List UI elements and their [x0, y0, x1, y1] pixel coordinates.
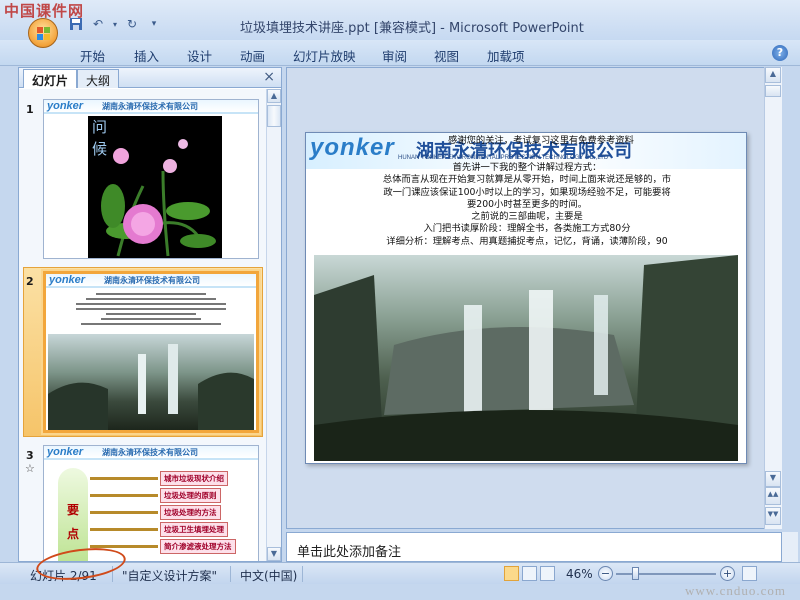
thumbnail-list: 1 yonker 湖南永清环保技术有限公司 问 候 2 yonker 湖南永清环… [19, 89, 267, 561]
pane-tabs: 幻灯片 大纲 × [19, 68, 281, 88]
slide-scrollbar[interactable]: ▲ ▼ ▲▲ ▼▼ [764, 67, 782, 529]
text-line: 总体而言从现在开始复习就算是从零开始，时间上面来说还是够的，市 [382, 174, 672, 186]
top-watermark: 中国课件网 [4, 2, 85, 20]
key-points-list: 城市垃圾现状介绍 垃圾处理的原则 垃圾处理的方法 垃圾卫生填埋处理 简介渗滤液处… [90, 470, 255, 555]
tab-outline[interactable]: 大纲 [77, 69, 120, 88]
thumb-number-2: 2 [26, 275, 34, 288]
text-line: 首先讲一下我的整个讲解过程方式： [452, 162, 602, 173]
text-line: 政一门课应该保证100小时以上的学习，如果现场经验不足，可能要将 [383, 186, 671, 198]
undo-icon[interactable]: ↶ [90, 16, 106, 32]
tab-slideshow[interactable]: 幻灯片放映 [293, 46, 356, 65]
thumb-text-lines [76, 290, 226, 332]
close-icon[interactable]: × [263, 69, 275, 85]
tab-home[interactable]: 开始 [80, 46, 105, 65]
text-line: 感谢您的关注，考试复习这里有免费参考资料 [448, 135, 634, 146]
zoom-in-icon[interactable]: + [720, 566, 735, 581]
slide-sorter-icon[interactable] [522, 566, 537, 581]
slideshow-view-icon[interactable] [540, 566, 555, 581]
scroll-thumb[interactable] [765, 85, 781, 97]
thumbnail-scrollbar[interactable]: ▲ ▼ [266, 89, 281, 561]
zoom-level[interactable]: 46% [566, 567, 593, 581]
tab-review[interactable]: 审阅 [382, 46, 407, 65]
notes-placeholder[interactable]: 单击此处添加备注 [297, 541, 401, 560]
tab-insert[interactable]: 插入 [134, 46, 159, 65]
yonker-logo: yonker [47, 100, 84, 112]
scroll-up-icon[interactable]: ▲ [765, 67, 781, 83]
scroll-thumb[interactable] [267, 105, 281, 127]
tab-addins[interactable]: 加载项 [487, 46, 525, 65]
theme-name[interactable]: "自定义设计方案" [122, 567, 217, 584]
tab-animation[interactable]: 动画 [240, 46, 265, 65]
zoom-slider[interactable] [616, 573, 716, 575]
zoom-out-icon[interactable]: − [598, 566, 613, 581]
window-title: 垃圾填埋技术讲座.ppt [兼容模式] - Microsoft PowerPoi… [240, 21, 584, 36]
company-english-name: HUNAN YONKER ENVIRONMENTAL PROTECTION TE… [398, 155, 609, 161]
key-points-label: 要 点 [58, 468, 88, 561]
animation-star-icon: ☆ [25, 462, 35, 475]
status-separator [302, 566, 303, 582]
peony-image [88, 116, 222, 258]
tab-view[interactable]: 视图 [434, 46, 459, 65]
thumbnail-slide-2[interactable]: yonker 湖南永清环保技术有限公司 [43, 271, 259, 433]
normal-view-icon[interactable] [504, 566, 519, 581]
notes-pane[interactable]: 单击此处添加备注 [286, 532, 782, 562]
waterfall-image [48, 334, 254, 430]
current-slide[interactable]: yonker 湖南永清环保技术有限公司 HUNAN YONKER ENVIRON… [305, 132, 747, 464]
slide-editing-area: yonker 湖南永清环保技术有限公司 HUNAN YONKER ENVIRON… [286, 67, 782, 529]
list-item: 垃圾卫生填埋处理 [90, 521, 255, 538]
tab-slides[interactable]: 幻灯片 [23, 69, 78, 88]
redo-icon[interactable]: ↻ [124, 16, 140, 32]
next-slide-icon[interactable]: ▼▼ [765, 507, 781, 525]
company-name: 湖南永清环保技术有限公司 [102, 101, 198, 111]
office-logo-icon [37, 27, 51, 41]
thumbnail-slide-1[interactable]: yonker 湖南永清环保技术有限公司 问 候 [43, 99, 259, 259]
zoom-slider-thumb[interactable] [632, 567, 639, 580]
scroll-down-icon[interactable]: ▼ [765, 471, 781, 487]
yonker-logo: yonker [49, 274, 86, 286]
thumb-number-3: 3 [26, 449, 34, 462]
title-bar: 中国课件网 ↶ ▾ ↻ ▾ 垃圾填埋技术讲座.ppt [兼容模式] - Micr… [0, 0, 800, 48]
list-item: 垃圾处理的方法 [90, 504, 255, 521]
list-item: 城市垃圾现状介绍 [90, 470, 255, 487]
thumbnail-slide-3[interactable]: yonker 湖南永清环保技术有限公司 要 点 城市垃圾现状介绍 垃圾处理的原则… [43, 445, 259, 561]
text-line: 之前说的三部曲呢，主要是 [471, 211, 583, 223]
fit-to-window-icon[interactable] [742, 566, 757, 581]
undo-dropdown-icon[interactable]: ▾ [112, 16, 118, 32]
site-watermark: www.cnduo.com [685, 583, 786, 598]
help-icon[interactable]: ? [772, 45, 788, 61]
customize-icon[interactable]: ▾ [146, 16, 162, 32]
company-name: 湖南永清环保技术有限公司 [102, 447, 198, 457]
slide-body-text-rest: 首先讲一下我的整个讲解过程方式： 总体而言从现在开始复习就算是从零开始，时间上面… [314, 162, 740, 248]
text-line: 入门把书读厚阶段：理解全书，各类施工方式80分 [423, 223, 631, 235]
slides-pane: 幻灯片 大纲 × 1 yonker 湖南永清环保技术有限公司 问 候 2 yon… [18, 67, 282, 562]
list-item: 垃圾处理的原则 [90, 487, 255, 504]
slide-body-text: 感谢您的关注，考试复习这里有免费参考资料 [336, 135, 746, 147]
yonker-logo: yonker [47, 446, 84, 458]
thumb-left-text: 问 候 [92, 118, 108, 158]
language[interactable]: 中文(中国) [240, 567, 297, 584]
office-button[interactable] [28, 18, 58, 48]
text-line: 要200小时甚至更多的时间。 [466, 198, 587, 210]
peony-flower-icon [101, 139, 216, 257]
tab-design[interactable]: 设计 [187, 46, 212, 65]
waterfall-scene-icon [48, 344, 254, 430]
ribbon-tabs: 开始 插入 设计 动画 幻灯片放映 审阅 视图 加载项 ? [0, 40, 800, 66]
scroll-down-icon[interactable]: ▼ [267, 547, 281, 561]
text-line: 详细分析：理解考点、用真题捕捉考点，记忆，背诵，读薄阶段，90 [386, 235, 668, 247]
notes-scrollbar[interactable] [782, 532, 798, 562]
waterfall-image [314, 255, 738, 461]
waterfall-scene-icon [314, 255, 738, 461]
scroll-up-icon[interactable]: ▲ [267, 89, 281, 103]
previous-slide-icon[interactable]: ▲▲ [765, 487, 781, 505]
company-name: 湖南永清环保技术有限公司 [104, 275, 200, 285]
status-separator [230, 566, 231, 582]
thumb-number-1: 1 [26, 103, 34, 116]
